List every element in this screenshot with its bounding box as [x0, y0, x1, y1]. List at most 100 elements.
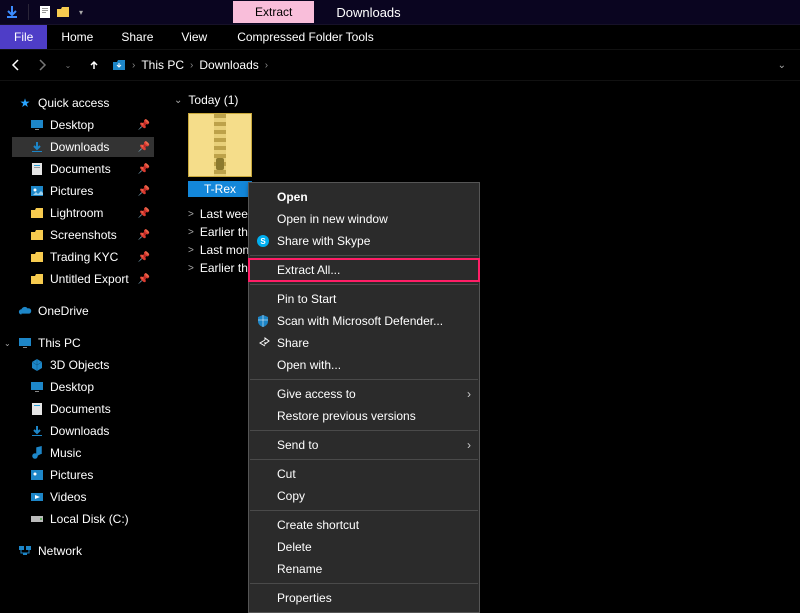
pin-icon: 📌 — [138, 186, 150, 197]
title-bar: ▾ Extract Downloads — [0, 0, 800, 25]
breadcrumb-separator[interactable]: › — [190, 60, 193, 71]
desktop-icon — [30, 380, 44, 394]
cube-icon — [30, 358, 44, 372]
ctx-label: Share with Skype — [277, 234, 370, 248]
sidebar-onedrive[interactable]: OneDrive — [12, 301, 154, 321]
ctx-label: Open in new window — [277, 212, 388, 226]
sidebar-item-label: Downloads — [50, 424, 109, 438]
sidebar-item-pictures[interactable]: Pictures 📌 — [12, 181, 154, 201]
tab-file[interactable]: File — [0, 25, 47, 49]
sidebar-item-local-disk[interactable]: Local Disk (C:) — [12, 509, 154, 529]
tab-view[interactable]: View — [167, 25, 221, 49]
ctx-separator — [250, 459, 478, 460]
chevron-down-icon[interactable]: ⌄ — [4, 339, 11, 348]
group-header-today[interactable]: Today (1) — [174, 93, 790, 107]
ctx-scan-defender[interactable]: Scan with Microsoft Defender... — [249, 310, 479, 332]
breadcrumb-separator[interactable]: › — [132, 60, 135, 71]
ctx-create-shortcut[interactable]: Create shortcut — [249, 514, 479, 536]
submenu-arrow-icon: › — [467, 438, 471, 452]
chevron-down-icon[interactable] — [174, 95, 182, 106]
tab-home[interactable]: Home — [47, 25, 107, 49]
sidebar-item-music[interactable]: Music — [12, 443, 154, 463]
download-arrow-icon[interactable] — [4, 4, 20, 20]
ctx-give-access[interactable]: Give access to› — [249, 383, 479, 405]
ctx-restore-previous[interactable]: Restore previous versions — [249, 405, 479, 427]
folder-icon — [30, 206, 44, 220]
sidebar-item-label: Screenshots — [50, 228, 117, 242]
tab-compressed-tools[interactable]: Compressed Folder Tools — [221, 25, 390, 49]
breadcrumb-this-pc[interactable]: This PC — [141, 58, 184, 72]
sidebar-item-documents[interactable]: Documents 📌 — [12, 159, 154, 179]
navigation-pane: ★ Quick access Desktop 📌 Downloads 📌 Doc… — [0, 81, 160, 555]
ctx-label: Rename — [277, 562, 322, 576]
ctx-open-new-window[interactable]: Open in new window — [249, 208, 479, 230]
ctx-share[interactable]: Share — [249, 332, 479, 354]
tab-share[interactable]: Share — [107, 25, 167, 49]
ctx-properties[interactable]: Properties — [249, 587, 479, 609]
pictures-icon — [30, 468, 44, 482]
chevron-right-icon[interactable] — [188, 245, 194, 256]
sidebar-item-3d-objects[interactable]: 3D Objects — [12, 355, 154, 375]
ctx-open-with[interactable]: Open with... — [249, 354, 479, 376]
chevron-right-icon[interactable] — [188, 209, 194, 220]
qat-dropdown-icon[interactable]: ▾ — [73, 4, 89, 20]
sidebar-item-downloads-2[interactable]: Downloads — [12, 421, 154, 441]
extract-contextual-tab[interactable]: Extract — [233, 1, 314, 23]
sidebar-item-documents-2[interactable]: Documents — [12, 399, 154, 419]
breadcrumb-separator[interactable]: › — [265, 60, 268, 71]
ctx-separator — [250, 284, 478, 285]
sidebar-quick-access[interactable]: ★ Quick access — [12, 93, 154, 113]
chevron-right-icon[interactable] — [188, 227, 194, 238]
sidebar-item-downloads[interactable]: Downloads 📌 — [12, 137, 154, 157]
file-item-trex[interactable]: T-Rex — [184, 113, 256, 197]
recent-locations-icon[interactable]: ⌄ — [60, 57, 76, 73]
ctx-separator — [250, 379, 478, 380]
up-button[interactable] — [86, 57, 102, 73]
sidebar-item-label: Videos — [50, 490, 86, 504]
ctx-send-to[interactable]: Send to› — [249, 434, 479, 456]
sidebar-item-label: OneDrive — [38, 304, 89, 318]
sidebar-item-lightroom[interactable]: Lightroom 📌 — [12, 203, 154, 223]
forward-button[interactable] — [34, 57, 50, 73]
download-folder-icon — [112, 58, 126, 72]
ctx-open[interactable]: Open — [249, 186, 479, 208]
address-bar[interactable]: › This PC › Downloads › — [112, 58, 768, 72]
ctx-cut[interactable]: Cut — [249, 463, 479, 485]
sidebar-item-untitled-export[interactable]: Untitled Export 📌 — [12, 269, 154, 289]
ctx-copy[interactable]: Copy — [249, 485, 479, 507]
sidebar-item-label: Downloads — [50, 140, 109, 154]
sidebar-item-desktop-2[interactable]: Desktop — [12, 377, 154, 397]
sidebar-item-label: Music — [50, 446, 81, 460]
chevron-right-icon[interactable] — [188, 263, 194, 274]
ctx-pin-start[interactable]: Pin to Start — [249, 288, 479, 310]
network-icon — [18, 544, 32, 555]
sidebar-item-label: Untitled Export — [50, 272, 129, 286]
sidebar-item-pictures-2[interactable]: Pictures — [12, 465, 154, 485]
breadcrumb-downloads[interactable]: Downloads — [199, 58, 258, 72]
back-button[interactable] — [8, 57, 24, 73]
ctx-label: Give access to — [277, 387, 356, 401]
ctx-extract-all[interactable]: Extract All... — [249, 259, 479, 281]
sidebar-item-videos[interactable]: Videos — [12, 487, 154, 507]
sidebar-item-desktop[interactable]: Desktop 📌 — [12, 115, 154, 135]
pin-icon: 📌 — [138, 274, 150, 285]
ctx-label: Share — [277, 336, 309, 350]
sidebar-item-screenshots[interactable]: Screenshots 📌 — [12, 225, 154, 245]
ctx-label: Delete — [277, 540, 312, 554]
sidebar-item-label: Quick access — [38, 96, 109, 110]
ctx-label: Properties — [277, 591, 332, 605]
sidebar-this-pc[interactable]: ⌄ This PC — [12, 333, 154, 353]
folder-icon — [30, 250, 44, 264]
nav-bar: ⌄ › This PC › Downloads › ⌄ — [0, 49, 800, 81]
sidebar-item-trading-kyc[interactable]: Trading KYC 📌 — [12, 247, 154, 267]
sidebar-network[interactable]: Network — [12, 541, 154, 555]
sidebar-item-label: Network — [38, 544, 82, 555]
sidebar-item-label: Trading KYC — [50, 250, 118, 264]
ctx-separator — [250, 583, 478, 584]
document-icon[interactable] — [37, 4, 53, 20]
address-expand-icon[interactable]: ⌄ — [778, 60, 786, 71]
folder-pinned-icon[interactable] — [55, 4, 71, 20]
ctx-share-skype[interactable]: S Share with Skype — [249, 230, 479, 252]
disk-icon — [30, 512, 44, 526]
ctx-rename[interactable]: Rename — [249, 558, 479, 580]
